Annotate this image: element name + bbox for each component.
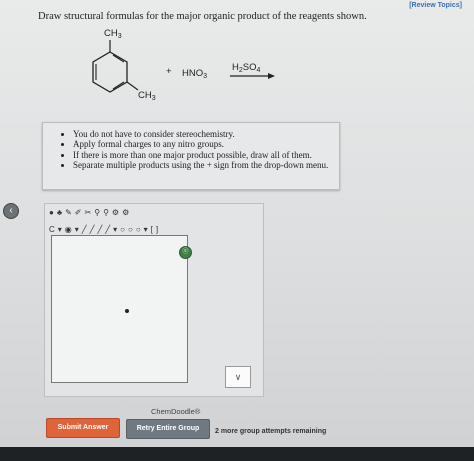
tool-icon[interactable]: ╱ bbox=[105, 225, 110, 235]
tool-icon[interactable]: ✂ bbox=[85, 208, 92, 218]
tool-icon[interactable]: [ bbox=[151, 225, 153, 235]
instructions-box: You do not have to consider stereochemis… bbox=[42, 122, 340, 190]
tool-icon[interactable]: ● bbox=[49, 208, 54, 218]
tool-icon[interactable]: ╱ bbox=[90, 225, 95, 235]
methyl-label-top: CH3 bbox=[104, 28, 122, 40]
tool-icon[interactable]: ○ bbox=[136, 225, 141, 235]
drawing-canvas[interactable]: ChemDoodle® bbox=[51, 235, 200, 416]
chemdoodle-brand: ChemDoodle® bbox=[151, 407, 201, 416]
tool-icon[interactable]: ♣ bbox=[57, 208, 62, 218]
reaction-scheme: CH3 CH3 + HNO3 H2SO4 bbox=[80, 24, 300, 110]
tool-icon[interactable]: ◉ bbox=[65, 225, 72, 235]
retry-entire-group-button[interactable]: Retry Entire Group bbox=[126, 419, 210, 439]
plus-sign: + bbox=[166, 66, 172, 77]
tool-icon[interactable]: ✐ bbox=[75, 208, 82, 218]
tool-icon[interactable]: ○ bbox=[120, 225, 125, 235]
tool-icon[interactable]: ▾ bbox=[58, 225, 62, 235]
tool-icon[interactable]: ] bbox=[156, 225, 158, 235]
reagent-label: HNO3 bbox=[182, 68, 208, 80]
tool-icon[interactable]: ○ bbox=[128, 225, 133, 235]
tool-icon[interactable]: ⚙ bbox=[122, 208, 129, 218]
tool-icon[interactable]: ╱ bbox=[82, 225, 87, 235]
tool-icon[interactable]: ⚲ bbox=[94, 208, 100, 218]
instruction-item: You do not have to consider stereochemis… bbox=[73, 129, 339, 139]
question-prompt: Draw structural formulas for the major o… bbox=[38, 11, 367, 22]
structure-lookup-icon[interactable]: ⓔ bbox=[179, 246, 192, 259]
methyl-label-bottom: CH3 bbox=[138, 90, 156, 102]
separator-dropdown[interactable]: ∨ bbox=[225, 366, 251, 388]
instruction-item: Apply formal charges to any nitro groups… bbox=[73, 139, 339, 149]
bottom-bar bbox=[0, 447, 474, 461]
submit-answer-button[interactable]: Submit Answer bbox=[46, 418, 120, 438]
tool-icon[interactable]: ▾ bbox=[144, 225, 148, 235]
instructions-list: You do not have to consider stereochemis… bbox=[43, 129, 339, 170]
catalyst-label: H2SO4 bbox=[232, 62, 261, 74]
editor-toolbar-top: ● ♣ ✎ ✐ ✂ ⚲ ⚲ ⚙ ⚙ bbox=[49, 207, 129, 219]
page: [Review Topics] Draw structural formulas… bbox=[0, 0, 474, 461]
tool-icon[interactable]: ▾ bbox=[113, 225, 117, 235]
canvas-dot bbox=[125, 309, 129, 313]
instruction-item: Separate multiple products using the + s… bbox=[73, 160, 339, 170]
tool-icon[interactable]: ⚲ bbox=[103, 208, 109, 218]
instruction-item: If there is more than one major product … bbox=[73, 150, 339, 160]
tool-icon[interactable]: C bbox=[49, 225, 55, 235]
attempts-remaining-text: 2 more group attempts remaining bbox=[215, 428, 327, 435]
tool-icon[interactable]: ⚙ bbox=[112, 208, 119, 218]
tool-icon[interactable]: ▾ bbox=[75, 225, 79, 235]
back-arrow-icon[interactable]: ‹ bbox=[3, 203, 19, 219]
tool-icon[interactable]: ╱ bbox=[97, 225, 102, 235]
tool-icon[interactable]: ✎ bbox=[65, 208, 72, 218]
review-topics-link[interactable]: [Review Topics] bbox=[409, 2, 462, 9]
